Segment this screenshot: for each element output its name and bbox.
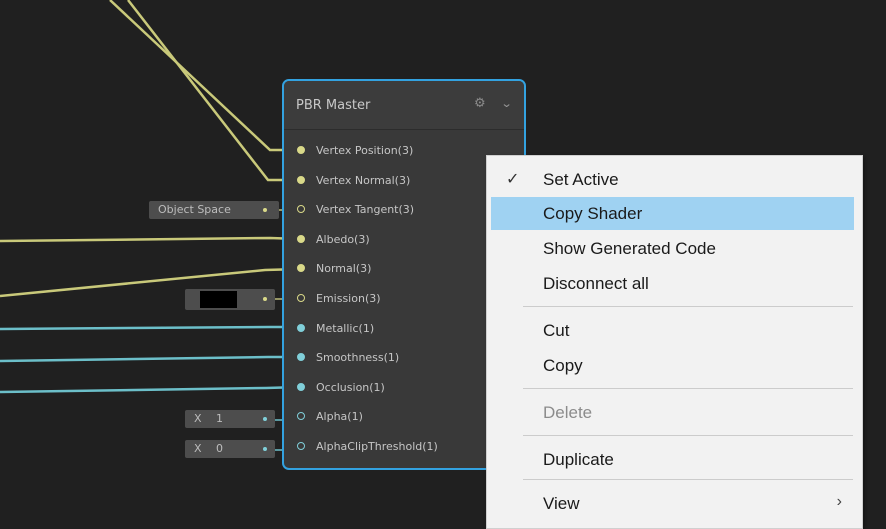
menu-item-set-active[interactable]: ✓ Set Active (491, 163, 854, 196)
menu-item-view[interactable]: View › (491, 487, 854, 520)
checkmark-icon: ✓ (506, 171, 520, 188)
port-connector-icon[interactable] (297, 234, 305, 243)
clip-axis-label: X (194, 442, 202, 455)
alpha-input[interactable]: X 1 (185, 410, 275, 428)
port-label: Vertex Normal(3) (316, 173, 411, 187)
alpha-port-dot (263, 417, 267, 421)
port-label: AlphaClipThreshold(1) (316, 440, 438, 453)
wire-occlusion (0, 385, 301, 394)
port-label: Alpha(1) (316, 410, 363, 424)
menu-item-label: Disconnect all (543, 274, 649, 293)
alpha-axis-label: X (194, 412, 202, 425)
clip-port-dot (263, 447, 267, 451)
menu-separator (523, 388, 853, 389)
menu-separator (523, 479, 853, 480)
context-menu: ✓ Set Active Copy Shader Show Generated Cod… (486, 155, 863, 529)
port-label: Occlusion(1) (316, 380, 385, 394)
menu-item-copy-shader[interactable]: Copy Shader (491, 197, 854, 230)
port-label: Metallic(1) (316, 321, 375, 335)
menu-item-label: Copy Shader (543, 204, 643, 223)
port-label: Normal(3) (316, 262, 372, 276)
port-connector-icon[interactable] (297, 412, 305, 421)
menu-item-duplicate[interactable]: Duplicate (491, 443, 854, 476)
port-label: Smoothness(1) (316, 351, 400, 365)
menu-item-show-generated-code[interactable]: Show Generated Code (491, 232, 854, 265)
wire-albedo (0, 236, 301, 243)
port-connector-icon[interactable] (297, 294, 305, 302)
menu-item-label: Copy (543, 356, 583, 375)
space-dropdown[interactable]: Object Space (149, 201, 279, 219)
emission-color-field[interactable] (185, 289, 275, 310)
port-connector-icon[interactable] (297, 146, 305, 154)
port-label: Vertex Tangent(3) (316, 203, 415, 217)
menu-item-label: Set Active (543, 170, 619, 189)
gear-icon[interactable]: ⚙ (474, 96, 486, 111)
alpha-value[interactable]: 1 (216, 412, 223, 425)
port-label: Vertex Position(3) (316, 144, 414, 157)
space-port-dot (263, 208, 267, 212)
menu-item-label: View (543, 494, 580, 513)
port-connector-icon[interactable] (297, 382, 305, 391)
menu-item-label: Delete (543, 403, 593, 422)
node-title: PBR Master (296, 98, 371, 113)
clip-value[interactable]: 0 (216, 442, 223, 455)
menu-item-label: Cut (543, 321, 570, 340)
menu-separator (523, 435, 853, 436)
wire-metallic (0, 325, 300, 331)
port-connector-icon[interactable] (297, 205, 305, 214)
emission-port-dot (263, 297, 267, 301)
menu-item-copy[interactable]: Copy (491, 349, 854, 382)
node-header[interactable]: PBR Master ⚙ ⌄ (284, 81, 524, 130)
chevron-down-icon[interactable]: ⌄ (501, 97, 513, 110)
wire-vertex-normal (127, 0, 300, 182)
port-connector-icon[interactable] (297, 353, 305, 362)
menu-item-label: Duplicate (543, 450, 614, 469)
wire-smoothness (0, 355, 300, 363)
port-label: Albedo(3) (316, 232, 370, 246)
port-connector-icon[interactable] (297, 264, 305, 273)
menu-separator (523, 306, 853, 307)
port-connector-icon[interactable] (297, 175, 305, 184)
port-connector-icon[interactable] (297, 323, 305, 332)
alpha-clip-input[interactable]: X 0 (185, 440, 275, 458)
emission-color-swatch[interactable] (200, 291, 237, 308)
menu-item-label: Show Generated Code (543, 239, 716, 258)
menu-item-disconnect-all[interactable]: Disconnect all (491, 267, 854, 300)
menu-item-cut[interactable]: Cut (491, 314, 854, 347)
space-dropdown-value: Object Space (158, 203, 231, 216)
menu-item-delete: Delete (491, 396, 854, 429)
wire-vertex-position (109, 0, 300, 152)
chevron-right-icon: › (836, 493, 842, 510)
port-connector-icon[interactable] (297, 442, 305, 450)
port-label: Emission(3) (316, 292, 381, 305)
